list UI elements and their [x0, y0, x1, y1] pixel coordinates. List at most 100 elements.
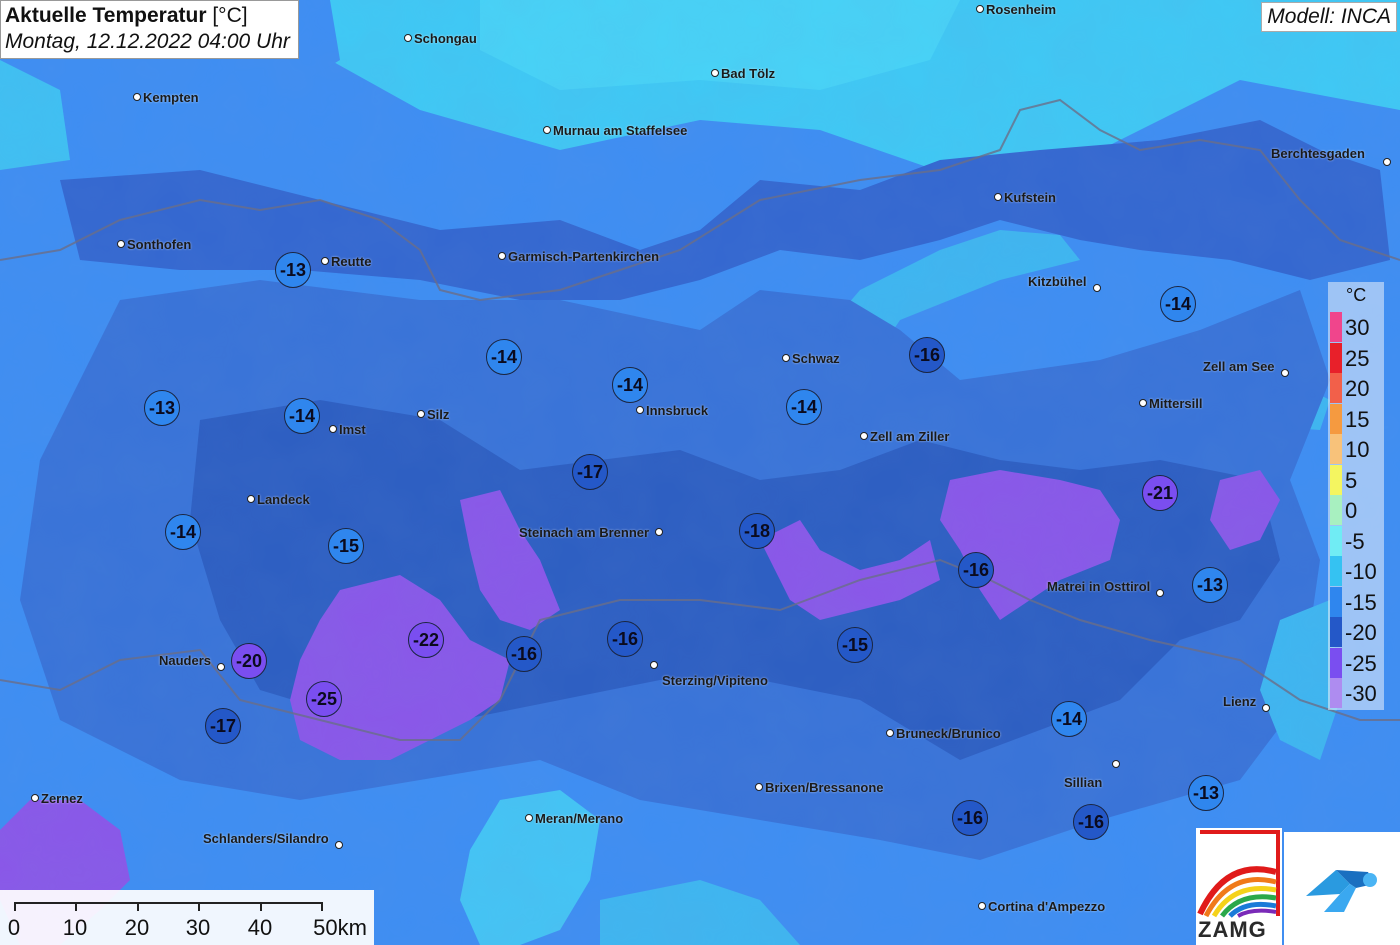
temperature-value[interactable]: -20: [231, 643, 267, 679]
legend-item: 15: [1330, 403, 1386, 434]
city-label: Rosenheim: [986, 2, 1057, 17]
city-marker[interactable]: Cortina d'Ampezzo: [976, 899, 1105, 914]
temperature-value[interactable]: -14: [1160, 286, 1196, 322]
temperature-value[interactable]: -14: [165, 514, 201, 550]
city-marker[interactable]: Bruneck/Brunico: [884, 726, 1001, 741]
legend-unit: °C: [1346, 285, 1367, 305]
city-marker[interactable]: Meran/Merano: [523, 811, 623, 826]
city-marker[interactable]: Silz: [415, 407, 449, 422]
temperature-value[interactable]: -13: [1188, 775, 1224, 811]
map-date: Montag, 12.12.2022 04:00 Uhr: [5, 30, 290, 53]
city-marker[interactable]: Rosenheim: [974, 2, 1056, 17]
legend-label: 25: [1345, 345, 1370, 371]
city-marker[interactable]: Zell am See: [1203, 359, 1291, 377]
temperature-value[interactable]: -25: [306, 681, 342, 717]
city-dot-icon: [860, 432, 868, 440]
city-marker[interactable]: Kempten: [131, 90, 199, 105]
city-marker[interactable]: Kitzbühel: [1028, 274, 1103, 292]
city-marker[interactable]: Schlanders/Silandro: [203, 831, 345, 849]
city-marker[interactable]: Mittersill: [1137, 396, 1202, 411]
legend-item: -30: [1330, 678, 1386, 708]
temperature-value[interactable]: -16: [506, 636, 542, 672]
city-marker[interactable]: Kufstein: [992, 190, 1056, 205]
city-marker[interactable]: Sillian: [1064, 760, 1120, 790]
temperature-value[interactable]: -13: [275, 252, 311, 288]
temperature-value[interactable]: -14: [284, 398, 320, 434]
city-dot-icon: [711, 69, 719, 77]
temperature-value[interactable]: -14: [1051, 701, 1087, 737]
scale-tick: [198, 902, 200, 911]
temperature-value[interactable]: -14: [612, 367, 648, 403]
city-marker[interactable]: Garmisch-Partenkirchen: [496, 249, 659, 264]
city-label: Steinach am Brenner: [519, 525, 650, 540]
city-marker[interactable]: Schongau: [402, 31, 477, 46]
city-label: Kitzbühel: [1028, 274, 1087, 289]
city-dot-icon: [994, 193, 1002, 201]
city-marker[interactable]: Schwaz: [780, 351, 840, 366]
scale-bar: 0 10 20 30 40 50km: [0, 890, 374, 945]
temperature-value[interactable]: -16: [958, 552, 994, 588]
zamg-logo[interactable]: ZAMG: [1196, 828, 1282, 945]
temperature-value[interactable]: -16: [952, 800, 988, 836]
temperature-value[interactable]: -17: [205, 708, 241, 744]
temperature-value[interactable]: -16: [909, 337, 945, 373]
city-marker[interactable]: Bad Tölz: [709, 66, 775, 81]
temperature-value[interactable]: -14: [486, 339, 522, 375]
city-marker[interactable]: Sonthofen: [115, 237, 191, 252]
city-marker[interactable]: Matrei in Osttirol: [1047, 579, 1166, 597]
city-marker[interactable]: Zernez: [29, 791, 83, 806]
legend-item: 30: [1330, 312, 1386, 342]
city-label: Meran/Merano: [535, 811, 624, 826]
city-marker[interactable]: Zell am Ziller: [858, 429, 949, 444]
city-label: Zell am Ziller: [870, 429, 950, 444]
model-label: Modell: INCA: [1261, 2, 1397, 32]
city-marker[interactable]: Nauders: [159, 653, 227, 671]
city-marker[interactable]: Imst: [327, 422, 366, 437]
cloud-logo[interactable]: [1284, 832, 1400, 945]
city-dot-icon: [1092, 284, 1101, 292]
legend-swatch: [1330, 342, 1342, 373]
city-label: Silz: [427, 407, 450, 422]
temperature-value[interactable]: -21: [1142, 475, 1178, 511]
city-label: Kempten: [143, 90, 199, 105]
temperature-value[interactable]: -13: [1192, 567, 1228, 603]
city-label: Reutte: [331, 254, 372, 269]
temperature-value[interactable]: -14: [786, 389, 822, 425]
legend-swatch: [1330, 525, 1342, 556]
temperature-value[interactable]: -17: [572, 454, 608, 490]
temperature-value[interactable]: -13: [144, 390, 180, 426]
legend-swatch: [1330, 586, 1342, 617]
temperature-value[interactable]: -15: [837, 627, 873, 663]
legend-swatch: [1330, 403, 1342, 434]
city-dot-icon: [247, 495, 255, 503]
city-dot-icon: [498, 252, 506, 260]
temperature-value[interactable]: -22: [408, 622, 444, 658]
city-marker[interactable]: Murnau am Staffelsee: [541, 123, 687, 138]
zamg-logo-text: ZAMG: [1198, 917, 1267, 942]
city-dot-icon: [1280, 369, 1289, 377]
city-dot-icon: [31, 794, 39, 802]
temperature-value[interactable]: -16: [607, 621, 643, 657]
scale-tick: [321, 902, 323, 911]
legend-swatch: [1330, 495, 1342, 525]
city-dot-icon: [1112, 760, 1120, 768]
legend-label: 15: [1345, 406, 1370, 432]
city-marker[interactable]: Reutte: [319, 254, 371, 269]
temperature-value[interactable]: -15: [328, 528, 364, 564]
city-dot-icon: [117, 240, 125, 248]
city-dot-icon: [217, 663, 226, 671]
scale-label: 30: [185, 915, 211, 940]
city-marker[interactable]: Berchtesgaden: [1271, 146, 1391, 166]
temperature-map[interactable]: Aktuelle Temperatur [°C] Montag, 12.12.2…: [0, 0, 1400, 945]
city-marker[interactable]: Sterzing/Vipiteno: [648, 658, 768, 688]
city-marker[interactable]: Innsbruck: [634, 403, 708, 418]
city-marker[interactable]: Lienz: [1223, 694, 1272, 712]
legend-label: -30: [1345, 681, 1377, 706]
temperature-value[interactable]: -16: [1073, 804, 1109, 840]
city-label: Lienz: [1223, 694, 1257, 709]
city-marker[interactable]: Brixen/Bressanone: [753, 780, 884, 795]
city-marker[interactable]: Landeck: [245, 492, 310, 507]
temperature-value[interactable]: -18: [739, 513, 775, 549]
city-marker[interactable]: Steinach am Brenner: [519, 525, 665, 540]
city-label: Schlanders/Silandro: [203, 831, 329, 846]
